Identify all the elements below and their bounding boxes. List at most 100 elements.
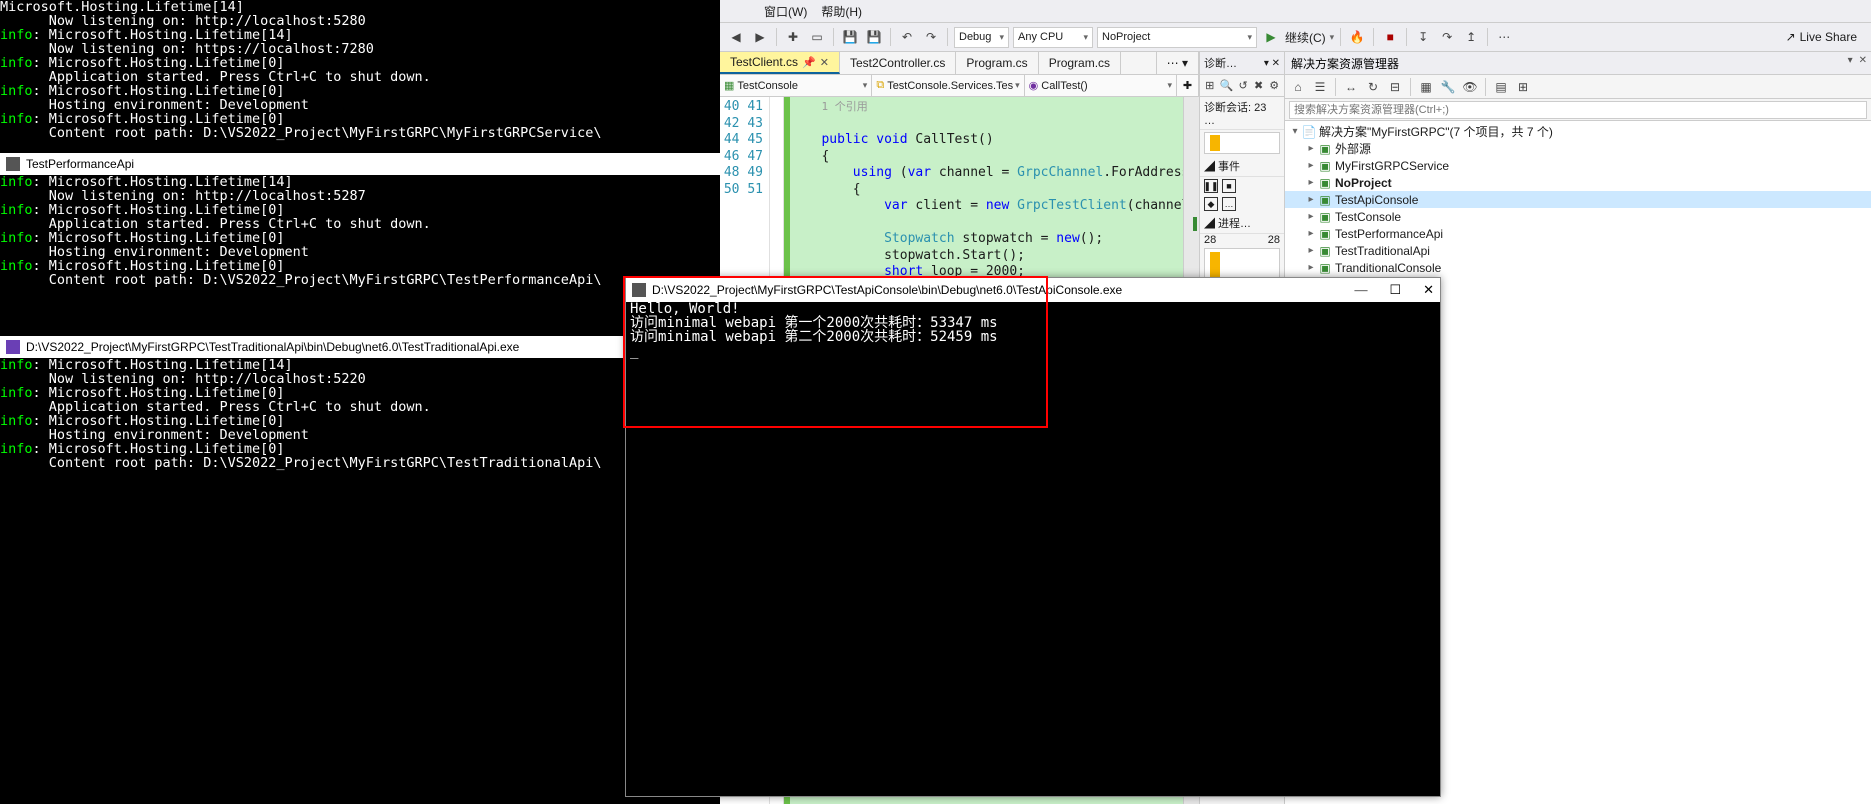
doc-tab[interactable]: Program.cs: [1039, 52, 1121, 74]
console3-titlebar[interactable]: D:\VS2022_Project\MyFirstGRPC\TestTradit…: [0, 336, 720, 358]
stop-debug-icon[interactable]: ■: [1380, 27, 1400, 47]
console2-title: TestPerformanceApi: [26, 157, 134, 171]
vs-menubar: 窗口(W) 帮助(H): [720, 0, 1871, 22]
csproj-icon: ▣: [1317, 244, 1333, 258]
se-collapse-icon[interactable]: ⊟: [1386, 78, 1404, 96]
console2-titlebar[interactable]: TestPerformanceApi: [0, 153, 720, 175]
redo-icon[interactable]: ↷: [921, 27, 941, 47]
csproj-icon: ▣: [1317, 159, 1333, 173]
project-node[interactable]: ▸▣TestTraditionalApi: [1285, 242, 1871, 259]
se-properties-icon[interactable]: 🔧: [1439, 78, 1457, 96]
diag-clear-icon[interactable]: ✖: [1253, 77, 1265, 95]
panel-dropdown-icon[interactable]: ▾: [1848, 55, 1853, 66]
solution-icon: 📄: [1301, 125, 1317, 139]
project-node[interactable]: ▸▣TranditionalConsole: [1285, 259, 1871, 276]
se-showall-icon[interactable]: ▦: [1417, 78, 1435, 96]
project-node[interactable]: ▸▣外部源: [1285, 140, 1871, 157]
maximize-icon[interactable]: ☐: [1389, 282, 1401, 298]
minimize-icon[interactable]: —: [1354, 282, 1367, 298]
se-group-icon[interactable]: ⊞: [1514, 78, 1532, 96]
csproj-icon: ▣: [1317, 176, 1333, 190]
diag-timeline[interactable]: [1204, 132, 1280, 154]
float-console-output: Hello, World! 访问minimal webapi 第一个2000次共…: [630, 302, 1436, 358]
se-home-icon[interactable]: ⌂: [1289, 78, 1307, 96]
project-node[interactable]: ▸▣TestApiConsole: [1285, 191, 1871, 208]
se-switch-view-icon[interactable]: ☰: [1311, 78, 1329, 96]
platform-combo[interactable]: Any CPU▾: [1013, 27, 1093, 48]
nav-bars: ▦TestConsole▾ ⧉TestConsole.Services.Tes▾…: [720, 75, 1199, 97]
se-refresh-icon[interactable]: ↻: [1364, 78, 1382, 96]
diag-toolbar: ⊞ 🔍 ↺ ✖ ⚙: [1200, 75, 1284, 97]
project-node[interactable]: ▸▣TestPerformanceApi: [1285, 225, 1871, 242]
console-testperformanceapi: TestPerformanceApi info: Microsoft.Hosti…: [0, 153, 720, 323]
step-over-icon[interactable]: ↷: [1437, 27, 1457, 47]
undo-icon[interactable]: ↶: [897, 27, 917, 47]
project-node[interactable]: ▸▣NoProject: [1285, 174, 1871, 191]
close-icon[interactable]: ✕: [820, 56, 829, 69]
continue-button[interactable]: ▶: [1261, 27, 1281, 47]
se-preview-icon[interactable]: 👁: [1461, 78, 1479, 96]
doc-tab[interactable]: TestClient.cs📌✕: [720, 52, 840, 74]
panel-close-icon[interactable]: ✕: [1859, 55, 1867, 66]
hot-reload-icon[interactable]: 🔥: [1347, 27, 1367, 47]
diag-reset-icon[interactable]: ↺: [1237, 77, 1249, 95]
nav-scope[interactable]: ⧉TestConsole.Services.Tes▾: [872, 75, 1024, 96]
app-icon: [6, 157, 20, 171]
csproj-icon: ▣: [1317, 210, 1333, 224]
diag-playback: ❚❚ ■: [1200, 177, 1284, 195]
csproj-icon: ▣: [1317, 193, 1333, 207]
se-sync-icon[interactable]: ↔: [1342, 78, 1360, 96]
nav-member[interactable]: ◉CallTest()▾: [1025, 75, 1177, 96]
solution-root[interactable]: ▾📄解决方案"MyFirstGRPC"(7 个项目，共 7 个): [1285, 123, 1871, 140]
float-console-body[interactable]: Hello, World! 访问minimal webapi 第一个2000次共…: [626, 302, 1440, 358]
config-combo[interactable]: Debug▾: [954, 27, 1009, 48]
diagnostics-tab[interactable]: 诊断…▾ ✕: [1200, 52, 1284, 75]
diag-session: 诊断会话: 23 …: [1200, 97, 1284, 130]
doc-tab[interactable]: Test2Controller.cs: [840, 52, 956, 74]
csproj-icon: ▣: [1317, 227, 1333, 241]
live-share-button[interactable]: ↗ Live Share: [1778, 30, 1865, 44]
diag-zoom-icon[interactable]: 🔍: [1220, 77, 1234, 95]
solution-explorer-title[interactable]: 解决方案资源管理器 ▾✕: [1285, 52, 1871, 75]
project-node[interactable]: ▸▣MyFirstGRPCService: [1285, 157, 1871, 174]
se-search-input[interactable]: [1289, 101, 1867, 119]
nav-split-icon[interactable]: ✚: [1177, 75, 1199, 96]
diag-select-icon[interactable]: ⊞: [1204, 77, 1216, 95]
se-filter-icon[interactable]: ▤: [1492, 78, 1510, 96]
float-console-titlebar[interactable]: D:\VS2022_Project\MyFirstGRPC\TestApiCon…: [626, 278, 1440, 302]
nav-back-icon[interactable]: ◀: [726, 27, 746, 47]
startup-project-combo[interactable]: NoProject▾: [1097, 27, 1257, 48]
save-all-icon[interactable]: 💾: [864, 27, 884, 47]
diag-process[interactable]: ◢ 进程…: [1200, 213, 1284, 234]
save-icon[interactable]: 💾: [840, 27, 860, 47]
toolbar-more-icon[interactable]: ⋯: [1494, 27, 1514, 47]
tabs-overflow-icon[interactable]: ⋯ ▾: [1156, 52, 1199, 74]
console-testapiconsole: D:\VS2022_Project\MyFirstGRPC\TestApiCon…: [625, 277, 1441, 797]
menu-help[interactable]: 帮助(H): [817, 1, 866, 22]
code-map-marker: [1193, 217, 1197, 231]
doc-tab[interactable]: Program.cs: [956, 52, 1038, 74]
project-node[interactable]: ▸▣TestConsole: [1285, 208, 1871, 225]
diag-stop-icon[interactable]: ■: [1222, 179, 1236, 193]
diag-more-icon[interactable]: …: [1222, 197, 1236, 211]
new-item-icon[interactable]: ✚: [783, 27, 803, 47]
continue-label[interactable]: 继续(C): [1285, 29, 1326, 46]
app-icon: [6, 340, 20, 354]
menu-window[interactable]: 窗口(W): [760, 1, 811, 22]
diag-memory-values: 2828: [1200, 234, 1284, 246]
diag-events[interactable]: ◢ 事件: [1200, 156, 1284, 177]
diag-step-icon[interactable]: ◆: [1204, 197, 1218, 211]
step-into-icon[interactable]: ↧: [1413, 27, 1433, 47]
diag-pause-icon[interactable]: ❚❚: [1204, 179, 1218, 193]
nav-project[interactable]: ▦TestConsole▾: [720, 75, 872, 96]
document-tabs: TestClient.cs📌✕Test2Controller.csProgram…: [720, 52, 1199, 75]
diag-settings-icon[interactable]: ⚙: [1268, 77, 1280, 95]
csproj-icon: ▣: [1317, 261, 1333, 275]
nav-fwd-icon[interactable]: ▶: [750, 27, 770, 47]
pin-icon[interactable]: 📌: [802, 56, 816, 69]
close-icon[interactable]: ✕: [1423, 282, 1434, 298]
solution-explorer-search: [1285, 99, 1871, 121]
console-grpcservice: Microsoft.Hosting.Lifetime[14] Now liste…: [0, 0, 720, 150]
step-out-icon[interactable]: ↥: [1461, 27, 1481, 47]
open-icon[interactable]: ▭: [807, 27, 827, 47]
